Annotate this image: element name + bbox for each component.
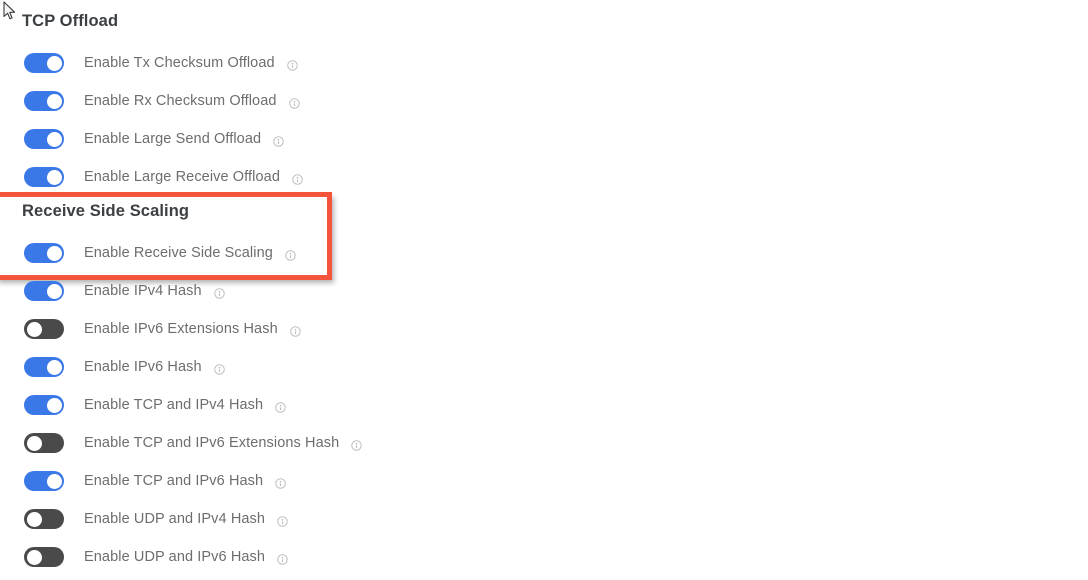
info-icon[interactable] xyxy=(275,400,286,413)
info-icon[interactable] xyxy=(285,248,296,261)
toggle-knob xyxy=(46,245,62,261)
info-icon[interactable] xyxy=(275,476,286,489)
toggle-label: Enable Tx Checksum Offload xyxy=(84,55,275,71)
toggle-knob xyxy=(46,55,62,71)
toggle-row: Enable IPv4 Hash xyxy=(24,279,225,303)
toggle-switch[interactable] xyxy=(24,91,64,111)
toggle-switch[interactable] xyxy=(24,395,64,415)
toggle-knob xyxy=(26,321,42,337)
toggle-knob xyxy=(46,397,62,413)
toggle-label: Enable IPv4 Hash xyxy=(84,283,202,299)
toggle-knob xyxy=(46,283,62,299)
toggle-knob xyxy=(26,435,42,451)
toggle-row: Enable TCP and IPv6 Hash xyxy=(24,469,286,493)
info-icon[interactable] xyxy=(273,134,284,147)
settings-panel: TCP Offload Receive Side Scaling Enable … xyxy=(0,0,1088,580)
toggle-row: Enable TCP and IPv6 Extensions Hash xyxy=(24,431,363,455)
toggle-label: Enable TCP and IPv6 Extensions Hash xyxy=(84,435,340,451)
toggle-switch[interactable] xyxy=(24,357,64,377)
info-icon[interactable] xyxy=(213,286,225,299)
toggle-switch[interactable] xyxy=(24,53,64,73)
info-icon[interactable] xyxy=(351,438,363,451)
toggle-switch[interactable] xyxy=(24,547,64,567)
toggle-knob xyxy=(46,359,62,375)
toggle-knob xyxy=(26,511,42,527)
toggle-switch[interactable] xyxy=(24,319,64,339)
toggle-row: Enable Large Receive Offload xyxy=(24,165,303,189)
toggle-switch[interactable] xyxy=(24,281,64,301)
toggle-knob xyxy=(46,131,62,147)
toggle-row: Enable Tx Checksum Offload xyxy=(24,51,298,75)
toggle-knob xyxy=(46,93,62,109)
toggle-switch[interactable] xyxy=(24,129,64,149)
info-icon[interactable] xyxy=(286,58,298,71)
info-icon[interactable] xyxy=(277,514,288,527)
toggle-row: Enable UDP and IPv6 Hash xyxy=(24,545,288,569)
toggle-row: Enable UDP and IPv4 Hash xyxy=(24,507,288,531)
info-icon[interactable] xyxy=(292,172,303,185)
toggle-knob xyxy=(26,549,42,565)
toggle-switch[interactable] xyxy=(24,243,64,263)
section-heading-tcp-offload: TCP Offload xyxy=(22,12,119,30)
toggle-knob xyxy=(46,169,62,185)
toggle-label: Enable IPv6 Extensions Hash xyxy=(84,321,278,337)
toggle-label: Enable IPv6 Hash xyxy=(84,359,202,375)
toggle-label: Enable UDP and IPv4 Hash xyxy=(84,511,266,527)
toggle-row: Enable IPv6 Extensions Hash xyxy=(24,317,301,341)
info-icon[interactable] xyxy=(213,362,225,375)
toggle-row: Enable TCP and IPv4 Hash xyxy=(24,393,286,417)
toggle-label: Enable Receive Side Scaling xyxy=(84,245,273,261)
toggle-row: Enable Receive Side Scaling xyxy=(24,241,296,265)
toggle-row: Enable IPv6 Hash xyxy=(24,355,225,379)
mouse-pointer-icon xyxy=(3,1,16,20)
toggle-label: Enable Large Send Offload xyxy=(84,131,262,147)
info-icon[interactable] xyxy=(288,96,300,109)
toggle-label: Enable Rx Checksum Offload xyxy=(84,93,277,109)
toggle-switch[interactable] xyxy=(24,167,64,187)
info-icon[interactable] xyxy=(289,324,301,337)
toggle-row: Enable Rx Checksum Offload xyxy=(24,89,300,113)
section-heading-receive-side-scaling: Receive Side Scaling xyxy=(22,202,190,220)
toggle-label: Enable UDP and IPv6 Hash xyxy=(84,549,266,565)
toggle-knob xyxy=(46,473,62,489)
toggle-label: Enable Large Receive Offload xyxy=(84,169,280,185)
toggle-label: Enable TCP and IPv4 Hash xyxy=(84,397,264,413)
toggle-switch[interactable] xyxy=(24,471,64,491)
toggle-switch[interactable] xyxy=(24,433,64,453)
toggle-row: Enable Large Send Offload xyxy=(24,127,284,151)
toggle-switch[interactable] xyxy=(24,509,64,529)
info-icon[interactable] xyxy=(277,552,288,565)
toggle-label: Enable TCP and IPv6 Hash xyxy=(84,473,264,489)
